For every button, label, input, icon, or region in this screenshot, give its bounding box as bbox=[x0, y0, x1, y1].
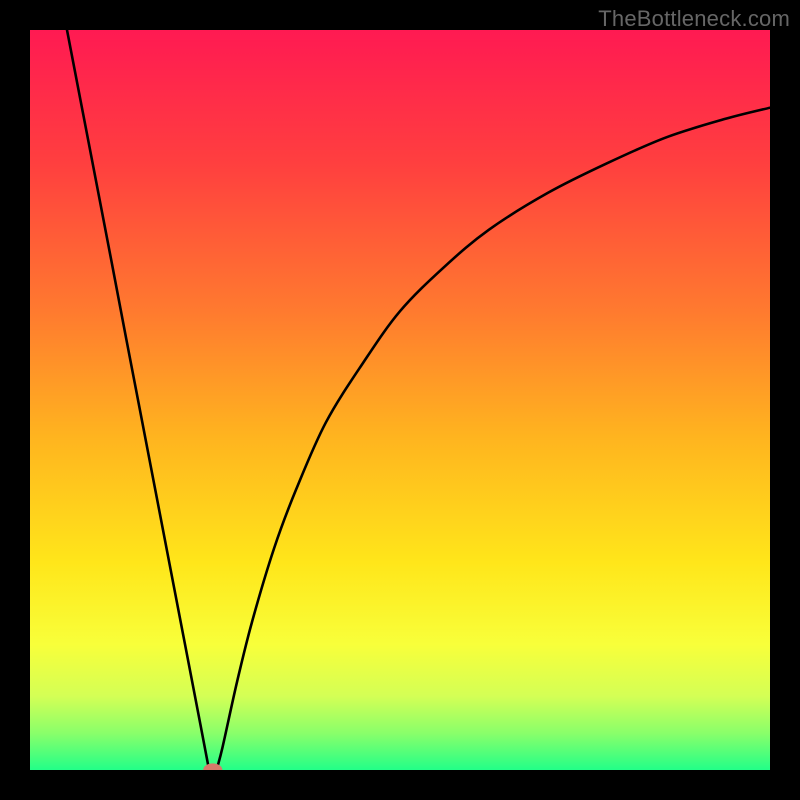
bottleneck-curve-right bbox=[216, 108, 770, 770]
attribution-text: TheBottleneck.com bbox=[598, 6, 790, 32]
plot-area bbox=[30, 30, 770, 770]
curve-layer bbox=[30, 30, 770, 770]
bottleneck-curve-left bbox=[67, 30, 209, 770]
minimum-marker bbox=[203, 763, 222, 770]
chart-frame: TheBottleneck.com bbox=[0, 0, 800, 800]
